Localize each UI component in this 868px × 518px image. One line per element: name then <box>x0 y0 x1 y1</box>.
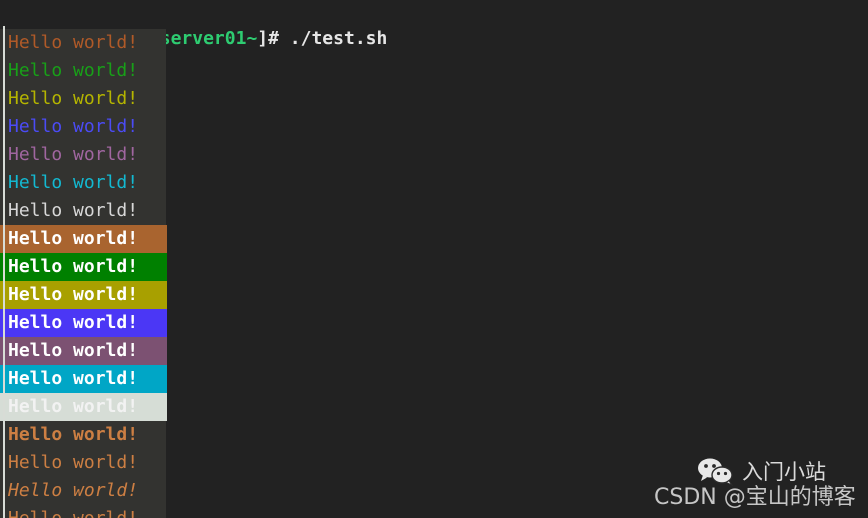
output-line-bg-blue: Hello world! <box>0 309 167 337</box>
output-line-fg-magenta: Hello world! <box>0 141 166 169</box>
shell-prompt-line: [root@web-server01~]# ./test.sh <box>0 0 868 49</box>
watermark-credit-text: CSDN @宝山的博客 <box>654 485 856 510</box>
watermark: 入门小站 CSDN @宝山的博客 <box>654 458 864 516</box>
terminal-window[interactable]: [root@web-server01~]# ./test.sh Hello wo… <box>0 0 868 518</box>
output-line-style-normal: Hello world! <box>0 449 166 477</box>
output-line-fg-yellow: Hello world! <box>0 85 166 113</box>
output-line-bg-green: Hello world! <box>0 253 167 281</box>
watermark-brand-row: 入门小站 <box>696 458 826 486</box>
output-line-fg-red: Hello world! <box>0 29 166 57</box>
output-line-bg-red: Hello world! <box>0 225 167 253</box>
output-line-fg-blue: Hello world! <box>0 113 166 141</box>
output-line-style-italic: Hello world! <box>0 477 166 505</box>
output-line-bg-cyan: Hello world! <box>0 365 167 393</box>
watermark-brand-text: 入门小站 <box>742 460 826 484</box>
output-line-fg-cyan: Hello world! <box>0 169 166 197</box>
prompt-command: ./test.sh <box>289 28 388 49</box>
output-line-fg-green: Hello world! <box>0 57 166 85</box>
wechat-icon <box>698 458 734 486</box>
output-line-style-bold: Hello world! <box>0 421 166 449</box>
output-line-bg-yellow: Hello world! <box>0 281 167 309</box>
output-line-style-clipped: Hello world! <box>0 505 166 518</box>
output-line-bg-white: Hello world! <box>0 393 167 421</box>
left-edge-strip <box>3 26 5 518</box>
output-line-bg-magenta: Hello world! <box>0 337 167 365</box>
output-line-fg-white: Hello world! <box>0 197 166 225</box>
prompt-bracket-close: ]# <box>257 28 290 49</box>
